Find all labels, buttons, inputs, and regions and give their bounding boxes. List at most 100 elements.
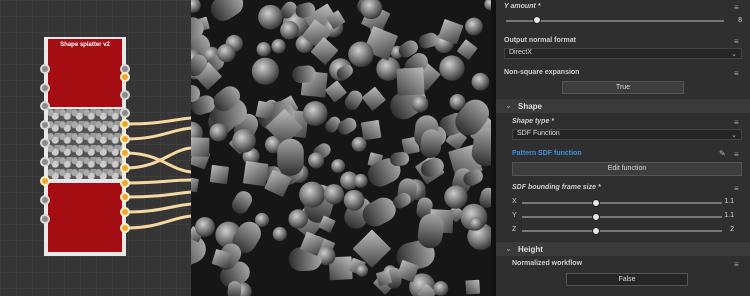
shape-type-label: Shape type * [512,118,555,125]
param-menu-icon[interactable]: ≡ [734,4,742,12]
splatter-shape [209,165,229,184]
param-menu-icon[interactable]: ≡ [734,261,742,269]
output-port[interactable] [120,119,130,129]
pattern-sdf-function-link[interactable]: Pattern SDF function [512,150,582,157]
x-label: X [512,198,517,205]
edit-function-button[interactable]: Edit function [512,162,742,176]
output-port[interactable] [120,178,130,188]
splatter-shape [195,217,215,237]
splatter-shape [258,4,283,30]
splatter-shape [251,57,280,85]
2d-preview-viewport[interactable] [191,0,491,296]
output-port[interactable] [120,223,130,233]
output-port[interactable] [120,192,130,202]
splatter-shape [444,185,468,209]
node-header: Shape splatter v2 [48,39,122,107]
z-value[interactable]: 2 [730,226,734,233]
y-slider[interactable] [522,216,722,218]
shape-type-dropdown[interactable]: SDF Function ⌄ [512,129,742,140]
input-port[interactable] [40,120,50,130]
input-port[interactable] [40,138,50,148]
section-title: Shape [518,102,543,111]
output-port[interactable] [120,108,130,118]
output-port[interactable] [120,148,130,158]
edit-icon[interactable]: ✎ [719,149,728,158]
input-port[interactable] [40,214,50,224]
non-square-expansion-toggle[interactable]: True [562,81,684,94]
input-port[interactable] [40,195,50,205]
z-slider-knob[interactable] [592,227,600,235]
splatter-shape [353,173,368,188]
splatter-shape [272,226,287,242]
splatter-shape [355,264,369,277]
wire [124,202,191,214]
wire [124,214,191,230]
height-section-header[interactable]: ⌄ Height [496,242,750,256]
splatter-shape [471,72,490,91]
shape-section-header[interactable]: ⌄ Shape [496,99,750,113]
y-amount-value[interactable]: 8 [738,17,742,24]
dropdown-value: DirectX [509,49,532,56]
chevron-down-icon: ⌄ [731,51,737,58]
x-slider[interactable] [522,202,722,204]
chevron-down-icon: ⌄ [505,244,512,253]
normalized-workflow-toggle[interactable]: False [566,273,688,286]
splatter-shape [209,123,228,142]
section-title: Height [518,245,543,254]
splatter-shape [465,279,481,295]
output-port[interactable] [120,72,130,82]
y-value[interactable]: 1.1 [724,212,734,219]
x-value[interactable]: 1.1 [724,198,734,205]
y-amount-label: Y amount * [504,3,541,10]
y-amount-slider-knob[interactable] [532,16,541,24]
z-label: Z [512,226,517,233]
properties-panel: Y amount * ≡ 8 Output normal format ≡ Di… [496,0,750,296]
input-port[interactable] [40,101,50,111]
splatter-shape [465,17,483,36]
splatter-shape [280,20,299,40]
output-normal-format-label: Output normal format [504,37,576,44]
splatter-shape [302,101,328,126]
chevron-down-icon: ⌄ [731,132,737,139]
splatter-shape [299,181,326,208]
dropdown-value: SDF Function [517,130,560,137]
splatter-shape [396,67,425,96]
splatter-shape [376,56,401,81]
splatter-shape [308,152,325,169]
chevron-down-icon: ⌄ [505,101,512,110]
splatter-shape [217,43,236,63]
output-port[interactable] [120,90,130,100]
param-menu-icon[interactable]: ≡ [734,119,742,127]
node-title: Shape splatter v2 [60,42,110,48]
param-menu-icon[interactable]: ≡ [734,151,742,159]
param-menu-icon[interactable]: ≡ [734,38,742,46]
splatter-shape [331,159,346,173]
node-graph-canvas[interactable]: Shape splatter v2 [0,0,191,296]
splatter-shape [256,42,271,57]
splatter-shape [232,129,256,153]
splatter-shape [411,95,429,113]
y-slider-knob[interactable] [592,213,600,221]
output-normal-format-dropdown[interactable]: DirectX ⌄ [504,48,742,59]
shape-splatter-node[interactable]: Shape splatter v2 [44,37,126,256]
param-menu-icon[interactable]: ≡ [734,185,742,193]
input-port[interactable] [40,157,50,167]
param-menu-icon[interactable]: ≡ [734,70,742,78]
input-port[interactable] [40,64,50,74]
splatter-shape [255,100,275,120]
x-slider-knob[interactable] [592,199,600,207]
sdf-bounding-frame-size-label: SDF bounding frame size * [512,184,601,191]
output-port[interactable] [120,163,130,173]
splatter-shape [242,160,269,187]
splatter-shape [360,119,382,141]
normalized-workflow-label: Normalized workflow [512,260,583,267]
splatter-shape [433,281,449,296]
height-map-preview [191,0,491,296]
input-port[interactable] [40,83,50,93]
output-port[interactable] [120,207,130,217]
output-port[interactable] [120,134,130,144]
non-square-expansion-label: Non-square expansion [504,69,580,76]
input-port-connected[interactable] [40,176,50,186]
z-slider[interactable] [522,230,722,232]
splatter-shape [343,189,365,211]
